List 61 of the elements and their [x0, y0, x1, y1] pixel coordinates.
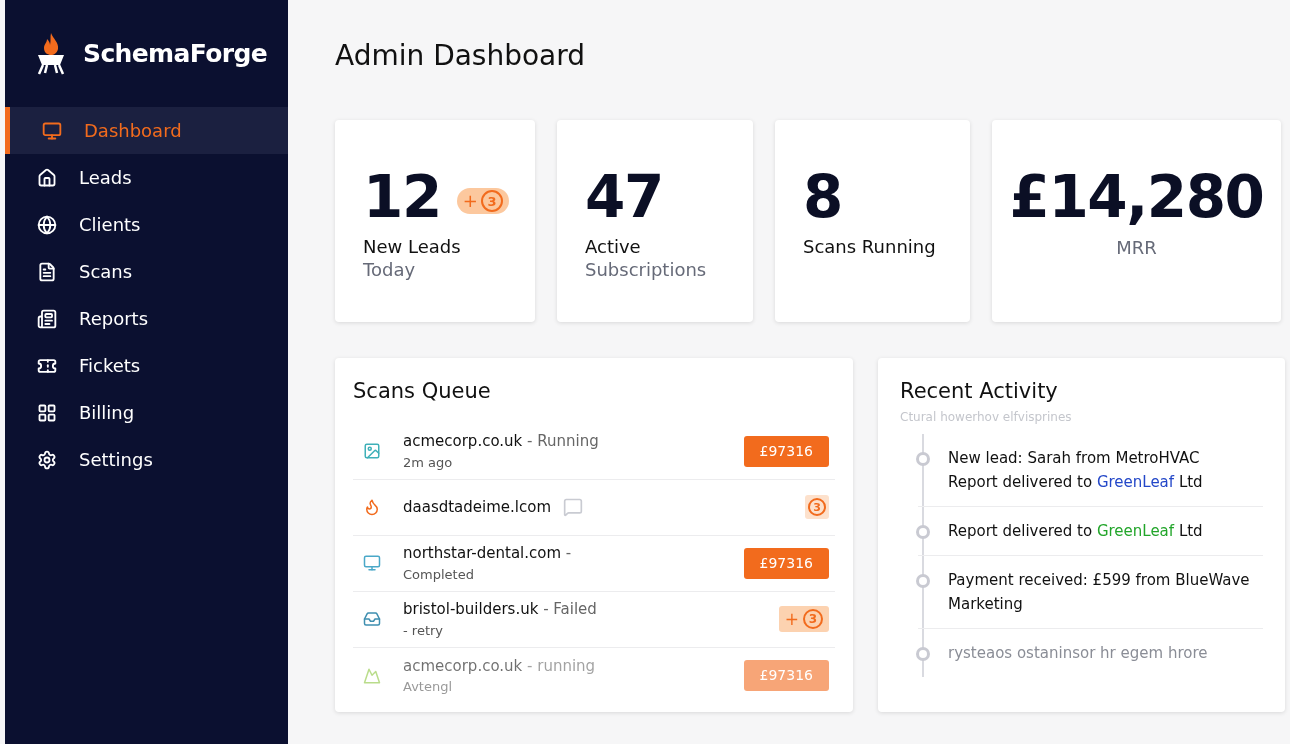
scan-domain: acmecorp.co.uk - Running	[403, 431, 599, 452]
globe-icon	[37, 214, 57, 235]
grid-icon	[37, 402, 57, 423]
sidebar-item[interactable]: Fickets	[5, 342, 288, 389]
activity-text: rysteaos ostaninsor hr egem hrore	[948, 642, 1208, 664]
increase-badge: + 3	[456, 188, 509, 214]
stat-label: Scans Running	[803, 236, 937, 258]
sidebar-item[interactable]: Dashboard	[5, 107, 288, 154]
stat-sublabel: Today	[363, 258, 417, 282]
tray-icon	[363, 610, 381, 628]
scan-row[interactable]: acmecorp.co.uk - Running 2m ago £97316	[353, 423, 835, 480]
sidebar-item[interactable]: Billing	[5, 389, 288, 436]
amount-badge: £97316	[743, 547, 829, 579]
image-icon	[363, 442, 381, 460]
scan-row[interactable]: acmecorp.co.uk - running Avtengl £97316	[353, 647, 835, 704]
flame-icon	[363, 498, 381, 516]
increase-badge: + 3	[778, 606, 829, 632]
stat-label: New Leads	[363, 236, 462, 258]
stat-sublabel: MRR	[1116, 236, 1157, 260]
scan-domain: bristol-builders.uk - Failed	[403, 599, 597, 620]
scan-domain: northstar-dental.com -	[403, 543, 572, 564]
monitor-icon	[363, 554, 381, 572]
scan-domain: daasdtadeime.lcom	[403, 496, 552, 518]
brand-name: SchemaForge	[83, 37, 268, 70]
stat-value: 12	[363, 162, 441, 232]
activity-text: Payment received: £599 from BlueWave Marketing	[948, 569, 1251, 615]
panel-title: Scans Queue	[353, 378, 492, 405]
chat-icon	[563, 497, 584, 517]
scan-detail: Completed	[403, 565, 475, 584]
scan-row[interactable]: northstar-dental.com - Completed £97316	[353, 535, 835, 592]
activity-text: Report delivered to GreenLeaf Ltd	[948, 520, 1203, 542]
scan-domain: acmecorp.co.uk - running	[403, 655, 596, 677]
sidebar-item[interactable]: Settings	[5, 436, 288, 483]
amount-badge: £97316	[743, 660, 829, 691]
activity-text: New lead: Sarah from MetroHVAC	[948, 447, 1201, 469]
monitor-icon	[42, 120, 62, 141]
settings-icon	[37, 449, 57, 470]
newspaper-icon	[37, 308, 57, 329]
panel-title: Recent Activity	[900, 378, 1059, 405]
scan-detail: 2m ago	[403, 453, 454, 472]
scan-row[interactable]: bristol-builders.uk - Failed - retry + 3	[353, 591, 835, 648]
count-badge: 3	[805, 495, 829, 519]
stat-sublabel: Subscriptions	[585, 258, 708, 282]
stat-value: £14,280	[1009, 162, 1264, 232]
sidebar-item[interactable]: Clients	[5, 201, 288, 248]
activity-text: Report delivered to GreenLeaf Ltd	[948, 471, 1203, 493]
stat-label: Active	[585, 236, 642, 258]
sidebar-item[interactable]: Scans	[5, 248, 288, 295]
scan-detail: Avtengl	[403, 678, 454, 696]
amount-badge: £97316	[743, 435, 829, 467]
panel-subtitle: Ctural howerhov elfvisprines	[900, 408, 1073, 426]
stat-value: 47	[585, 162, 663, 232]
sidebar-item[interactable]: Leads	[5, 154, 288, 201]
page-title: Admin Dashboard	[335, 38, 587, 74]
stat-value: 8	[803, 162, 842, 232]
scan-detail: - retry	[403, 621, 444, 640]
sidebar-item[interactable]: Reports	[5, 295, 288, 342]
scan-row[interactable]: daasdtadeime.lcom 3	[353, 479, 835, 536]
document-icon	[37, 261, 57, 282]
mountain-icon	[363, 666, 381, 685]
house-icon	[37, 167, 57, 188]
